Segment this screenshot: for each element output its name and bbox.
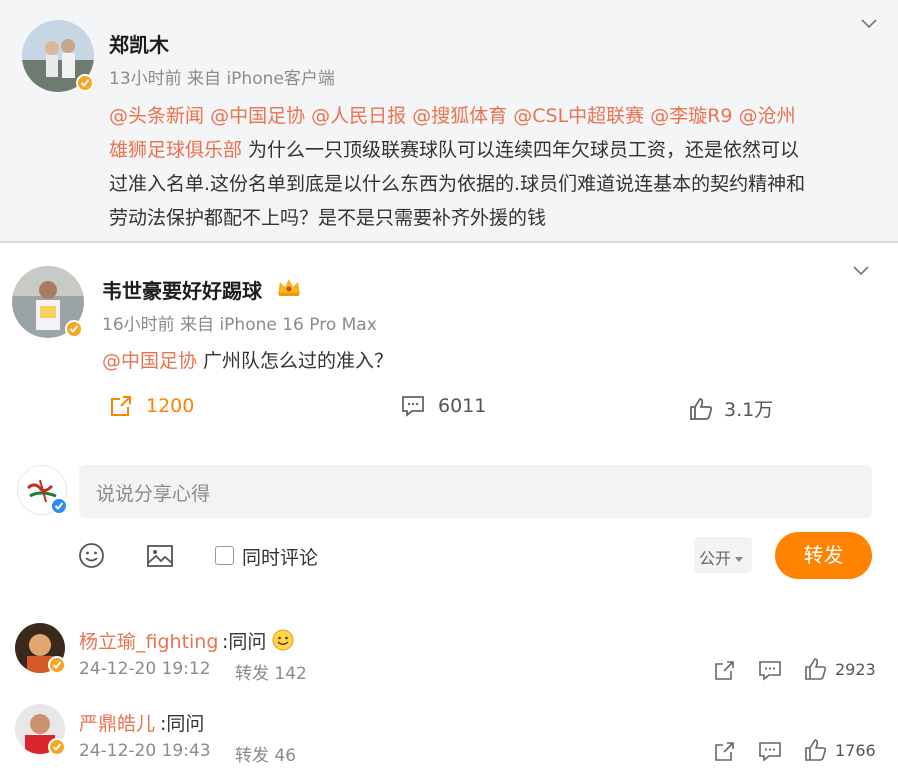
share-icon [111, 396, 131, 416]
mention-link[interactable]: @中国足协 [210, 105, 305, 127]
repost-author-name[interactable]: 韦世豪要好好踢球 [102, 275, 262, 304]
comment-date: 24-12-20 19:43 [79, 741, 211, 761]
post-text: 为什么一只顶级联赛球队可以连续四年欠球员工资，还是依然可以 [242, 139, 800, 161]
comment-author-name[interactable]: 严鼎皓儿 [79, 709, 155, 736]
share-icon[interactable] [713, 739, 737, 763]
like-action[interactable]: 3.1万 [688, 395, 773, 422]
original-author-name[interactable]: 郑凯木 [109, 29, 169, 58]
mention-link[interactable]: @沧州 [739, 105, 796, 127]
thumbs-up-icon[interactable] [804, 657, 828, 681]
comment-repost-label[interactable]: 转发 46 [235, 741, 296, 766]
verified-badge-icon [76, 74, 94, 92]
submit-repost-button[interactable]: 转发 [775, 532, 872, 579]
repost-meta: 16小时前 来自 iPhone 16 Pro Max [102, 315, 377, 335]
also-comment-checkbox[interactable] [215, 546, 234, 565]
original-post-meta: 13小时前 来自 iPhone客户端 [109, 69, 335, 89]
mention-link[interactable]: @人民日报 [311, 105, 406, 127]
image-icon[interactable] [146, 543, 174, 569]
comment-text: :同问 [222, 627, 294, 654]
verified-badge-icon [48, 738, 66, 756]
like-count: 3.1万 [724, 399, 774, 421]
verified-badge-icon [65, 320, 83, 338]
repost-input[interactable]: 说说分享心得 [79, 465, 872, 518]
emoji-icon[interactable] [78, 542, 105, 569]
comment-repost-label[interactable]: 转发 142 [235, 659, 307, 684]
mention-link[interactable]: @搜狐体育 [412, 105, 507, 127]
visibility-select[interactable]: 公开 [694, 537, 752, 573]
verified-badge-icon [50, 497, 68, 515]
post-text: 广州队怎么过的准入？ [197, 350, 394, 372]
repost-count: 1200 [146, 395, 195, 417]
original-post-text: @头条新闻 @中国足协 @人民日报 @搜狐体育 @CSL中超联赛 @李璇R9 @… [109, 99, 889, 235]
crown-icon [278, 279, 300, 296]
comment-text: :同问 [160, 713, 205, 735]
mention-link[interactable]: @头条新闻 [109, 105, 204, 127]
chevron-down-icon[interactable] [860, 18, 878, 30]
comment-icon[interactable] [758, 739, 782, 763]
mention-link[interactable]: @中国足协 [102, 350, 197, 372]
mention-link[interactable]: @CSL中超联赛 [513, 105, 644, 127]
repost-action[interactable]: 1200 [108, 393, 194, 419]
divider [0, 241, 898, 243]
smile-emoji-icon [272, 629, 294, 651]
comment-count: 6011 [438, 395, 487, 417]
post-text: 劳动法保护都配不上吗？是不是只需要补齐外援的钱 [109, 207, 547, 229]
comment-icon [402, 396, 424, 417]
share-icon[interactable] [713, 658, 737, 682]
comment-action[interactable]: 6011 [400, 393, 486, 419]
comment-like-count: 1766 [835, 741, 876, 760]
repost-text: @中国足协 广州队怎么过的准入？ [102, 344, 393, 378]
comment-date: 24-12-20 19:12 [79, 659, 211, 679]
verified-badge-icon [48, 656, 66, 674]
mention-link[interactable]: @李璇R9 [650, 105, 732, 127]
comment-like-count: 2923 [835, 660, 876, 679]
post-text: 过准入名单.这份名单到底是以什么东西为依据的.球员们难道说连基本的契约精神和 [109, 173, 806, 195]
mention-link[interactable]: 雄狮足球俱乐部 [109, 139, 242, 161]
caret-down-icon [735, 557, 744, 562]
visibility-value: 公开 [699, 549, 732, 568]
also-comment-label[interactable]: 同时评论 [242, 543, 318, 570]
chevron-down-icon[interactable] [852, 265, 870, 277]
comment-icon[interactable] [758, 658, 782, 682]
thumbs-up-icon [690, 397, 713, 420]
comment-author-name[interactable]: 杨立瑜_fighting [79, 627, 218, 654]
thumbs-up-icon[interactable] [804, 738, 828, 762]
